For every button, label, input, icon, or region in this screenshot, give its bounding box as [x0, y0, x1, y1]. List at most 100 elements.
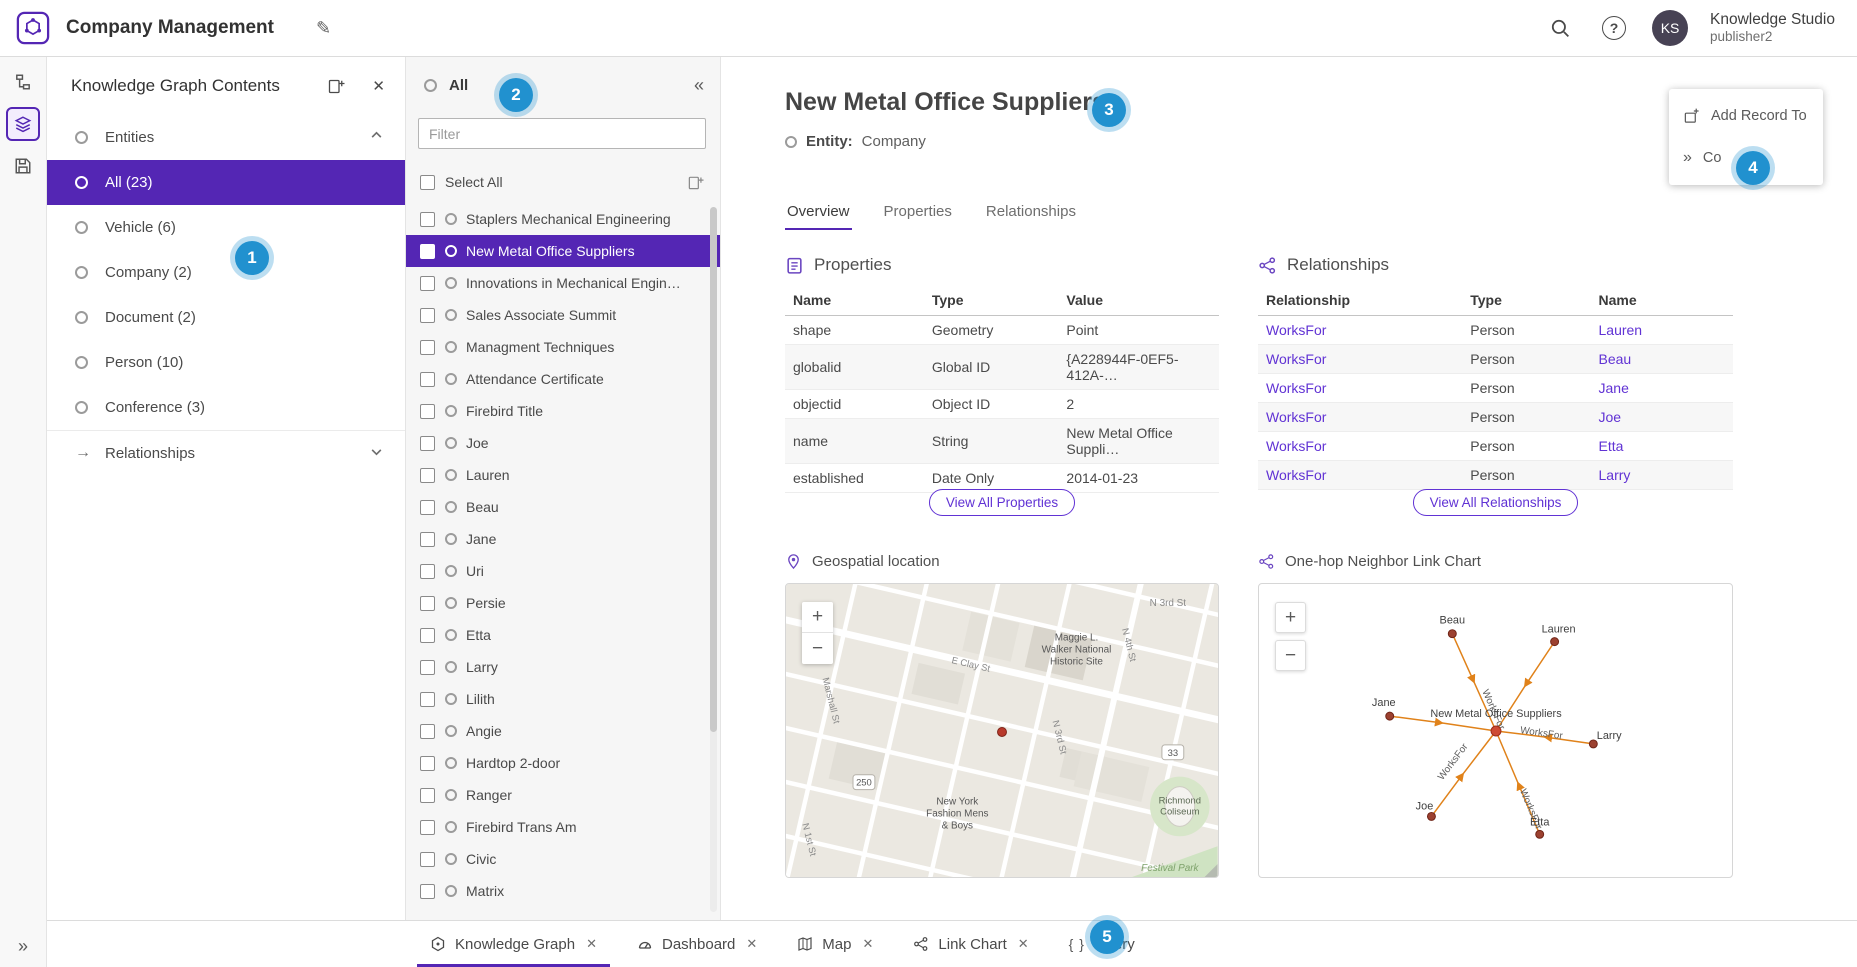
close-icon[interactable]: ✕	[746, 936, 757, 952]
relationship-link[interactable]: WorksFor	[1258, 345, 1462, 374]
chevron-up-icon[interactable]	[370, 129, 383, 146]
list-item[interactable]: Managment Techniques	[406, 331, 720, 363]
entity-filter-vehicle[interactable]: Vehicle (6)	[47, 205, 405, 250]
bottom-tab-link-chart[interactable]: Link Chart ✕	[900, 921, 1041, 967]
link-chart-canvas[interactable]: WorksFor WorksFor WorksFor WorksFor Beau…	[1259, 584, 1732, 877]
zoom-in-button[interactable]: +	[1275, 602, 1306, 633]
node-etta[interactable]	[1536, 830, 1544, 838]
list-item[interactable]: Beau	[406, 491, 720, 523]
zoom-out-button[interactable]: −	[1275, 640, 1306, 671]
node-lauren[interactable]	[1551, 638, 1559, 646]
view-all-relationships-button[interactable]: View All Relationships	[1413, 489, 1579, 516]
scrollbar-track[interactable]	[710, 207, 717, 912]
item-checkbox[interactable]	[420, 500, 435, 515]
item-checkbox[interactable]	[420, 820, 435, 835]
chevron-down-icon[interactable]	[370, 445, 383, 462]
node-joe[interactable]	[1427, 812, 1435, 820]
list-item[interactable]: Matrix	[406, 875, 720, 907]
entity-filter-document[interactable]: Document (2)	[47, 295, 405, 340]
entities-section-header[interactable]: Entities	[47, 115, 405, 160]
relationship-link[interactable]: WorksFor	[1258, 461, 1462, 490]
list-item[interactable]: Angie	[406, 715, 720, 747]
map-canvas[interactable]: N 3rd St N 4th St N 3rd St E Clay St Mar…	[786, 584, 1218, 877]
scrollbar-thumb[interactable]	[710, 207, 717, 732]
relationships-section-header[interactable]: → Relationships	[47, 430, 405, 475]
data-model-button[interactable]	[6, 65, 40, 99]
item-checkbox[interactable]	[420, 340, 435, 355]
item-checkbox[interactable]	[420, 788, 435, 803]
map-marker[interactable]	[998, 728, 1007, 737]
entity-filter-person[interactable]: Person (10)	[47, 340, 405, 385]
item-checkbox[interactable]	[420, 724, 435, 739]
item-checkbox[interactable]	[420, 308, 435, 323]
list-item[interactable]: Lilith	[406, 683, 720, 715]
list-item[interactable]: Innovations in Mechanical Engin…	[406, 267, 720, 299]
list-item[interactable]: Larry	[406, 651, 720, 683]
list-item[interactable]: Etta	[406, 619, 720, 651]
item-checkbox[interactable]	[420, 276, 435, 291]
map-widget[interactable]: N 3rd St N 4th St N 3rd St E Clay St Mar…	[785, 583, 1219, 878]
item-checkbox[interactable]	[420, 468, 435, 483]
entity-link[interactable]: Lauren	[1591, 316, 1734, 345]
relationship-link[interactable]: WorksFor	[1258, 374, 1462, 403]
contents-button[interactable]	[6, 107, 40, 141]
item-checkbox[interactable]	[420, 244, 435, 259]
zoom-in-button[interactable]: +	[802, 602, 833, 633]
add-record-icon[interactable]	[687, 174, 704, 191]
collapse-panel-button[interactable]: «	[694, 75, 704, 96]
item-checkbox[interactable]	[420, 436, 435, 451]
bottom-tab-map[interactable]: Map ✕	[784, 921, 886, 967]
select-all-checkbox[interactable]	[420, 175, 435, 190]
item-checkbox[interactable]	[420, 628, 435, 643]
entity-link[interactable]: Beau	[1591, 345, 1734, 374]
relationship-link[interactable]: WorksFor	[1258, 432, 1462, 461]
entity-link[interactable]: Etta	[1591, 432, 1734, 461]
item-checkbox[interactable]	[420, 596, 435, 611]
list-item[interactable]: Civic	[406, 843, 720, 875]
close-panel-button[interactable]: ✕	[372, 77, 385, 95]
node-center[interactable]	[1491, 726, 1501, 736]
tab-properties[interactable]: Properties	[882, 197, 954, 230]
select-all-row[interactable]: Select All	[406, 164, 720, 200]
list-item[interactable]: Attendance Certificate	[406, 363, 720, 395]
bottom-tab-knowledge-graph[interactable]: Knowledge Graph ✕	[417, 921, 610, 967]
item-checkbox[interactable]	[420, 660, 435, 675]
item-checkbox[interactable]	[420, 884, 435, 899]
list-item[interactable]: Lauren	[406, 459, 720, 491]
close-icon[interactable]: ✕	[1018, 936, 1029, 952]
list-item[interactable]: Joe	[406, 427, 720, 459]
relationship-link[interactable]: WorksFor	[1258, 316, 1462, 345]
menu-item-add-record-to[interactable]: Add Record To	[1669, 95, 1823, 137]
item-checkbox[interactable]	[420, 692, 435, 707]
list-item[interactable]: Ranger	[406, 779, 720, 811]
filter-input[interactable]	[418, 118, 706, 149]
search-button[interactable]	[1544, 12, 1576, 44]
list-item[interactable]: Jane	[406, 523, 720, 555]
zoom-out-button[interactable]: −	[802, 633, 833, 664]
item-checkbox[interactable]	[420, 212, 435, 227]
item-checkbox[interactable]	[420, 756, 435, 771]
avatar[interactable]: KS	[1652, 10, 1688, 46]
edit-title-button[interactable]: ✎	[316, 18, 331, 39]
tab-overview[interactable]: Overview	[785, 197, 852, 230]
item-checkbox[interactable]	[420, 404, 435, 419]
item-checkbox[interactable]	[420, 532, 435, 547]
list-item[interactable]: Staplers Mechanical Engineering	[406, 203, 720, 235]
entity-filter-conference[interactable]: Conference (3)	[47, 385, 405, 430]
entity-link[interactable]: Larry	[1591, 461, 1734, 490]
list-item[interactable]: Persie	[406, 587, 720, 619]
save-button[interactable]	[6, 149, 40, 183]
list-item[interactable]: Sales Associate Summit	[406, 299, 720, 331]
close-icon[interactable]: ✕	[862, 936, 873, 952]
help-button[interactable]: ?	[1598, 12, 1630, 44]
node-jane[interactable]	[1386, 712, 1394, 720]
add-list-button[interactable]	[324, 74, 348, 98]
entity-filter-company[interactable]: Company (2)	[47, 250, 405, 295]
entity-link[interactable]: Joe	[1591, 403, 1734, 432]
bottom-tab-dashboard[interactable]: Dashboard ✕	[624, 921, 770, 967]
entity-link[interactable]: Jane	[1591, 374, 1734, 403]
list-item[interactable]: Firebird Trans Am	[406, 811, 720, 843]
list-item[interactable]: Firebird Title	[406, 395, 720, 427]
close-icon[interactable]: ✕	[586, 936, 597, 952]
list-item[interactable]: Hardtop 2-door	[406, 747, 720, 779]
